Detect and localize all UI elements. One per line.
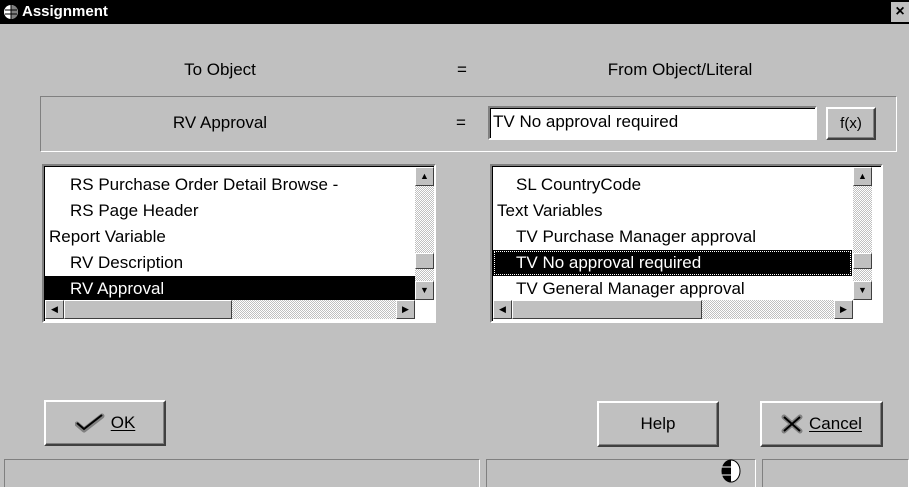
from-object-list[interactable]: SL CountryCode Text Variables TV Purchas… [490, 164, 883, 323]
to-object-list[interactable]: RS Purchase Order Detail Browse - RS Pag… [42, 164, 436, 323]
checkmark-icon [74, 413, 105, 433]
list-item[interactable]: RS Purchase Order Detail Browse - [45, 172, 415, 198]
list-item-label: TV General Manager approval [516, 279, 745, 298]
list-item-selected[interactable]: TV No approval required [493, 250, 852, 276]
horizontal-scrollbar[interactable]: ◀ ▶ [493, 300, 853, 319]
list-item[interactable]: Report Variable [45, 224, 415, 250]
status-bar [0, 457, 909, 487]
list-item[interactable]: RV Description [45, 250, 415, 276]
scroll-thumb[interactable] [853, 253, 872, 269]
list-item-label: SL CountryCode [516, 175, 642, 194]
list-item-label: RS Purchase Order Detail Browse - [70, 175, 339, 194]
list-item[interactable]: RS Page Header [45, 198, 415, 224]
header-equals: = [457, 60, 467, 79]
function-button[interactable]: f(x) [826, 107, 876, 140]
help-button[interactable]: Help [597, 401, 719, 447]
app-icon [4, 5, 18, 19]
cancel-label: Cancel [809, 414, 862, 433]
ok-button[interactable]: OK [44, 400, 166, 446]
vertical-scrollbar[interactable]: ▲ ▼ [853, 167, 872, 300]
scroll-thumb[interactable] [64, 300, 232, 319]
list-item-label: TV No approval required [516, 253, 702, 272]
list-item-label: Report Variable [49, 227, 166, 246]
scroll-up-icon[interactable]: ▲ [853, 167, 872, 186]
scroll-left-icon[interactable]: ◀ [493, 300, 512, 319]
help-label: Help [640, 414, 676, 433]
cross-icon [781, 414, 803, 434]
scroll-thumb[interactable] [415, 253, 434, 269]
list-item[interactable]: Text Variables [493, 198, 853, 224]
scroll-down-icon[interactable]: ▼ [415, 281, 434, 300]
list-item-label: RV Approval [70, 279, 165, 298]
list-item-label: TV Purchase Manager approval [516, 227, 757, 246]
scroll-left-icon[interactable]: ◀ [45, 300, 64, 319]
from-object-header: From Object/Literal [607, 60, 753, 79]
list-item-label: RS Page Header [70, 201, 199, 220]
close-button[interactable]: × [891, 2, 909, 22]
list-item-label: RV Description [70, 253, 184, 272]
scroll-thumb[interactable] [512, 300, 702, 319]
function-button-label: f(x) [840, 115, 862, 132]
status-pane [486, 459, 756, 487]
list-item[interactable]: SL CountryCode [493, 172, 853, 198]
title-bar[interactable]: Assignment × [0, 0, 909, 24]
list-item[interactable]: TV General Manager approval [493, 276, 853, 300]
ok-label: OK [110, 413, 136, 432]
window-title: Assignment [22, 3, 108, 20]
list-item[interactable]: TV Purchase Manager approval [493, 224, 853, 250]
status-pane [4, 459, 480, 487]
vertical-scrollbar[interactable]: ▲ ▼ [415, 167, 434, 300]
status-pane [762, 459, 909, 487]
scroll-right-icon[interactable]: ▶ [396, 300, 415, 319]
from-value-field[interactable]: TV No approval required [488, 106, 817, 140]
cancel-button[interactable]: Cancel [760, 401, 883, 447]
horizontal-scrollbar[interactable]: ◀ ▶ [45, 300, 415, 319]
to-object-value: RV Approval [172, 113, 268, 132]
to-object-header: To Object [184, 60, 256, 79]
globe-icon [721, 459, 741, 483]
scroll-down-icon[interactable]: ▼ [853, 281, 872, 300]
list-item-label: Text Variables [497, 201, 603, 220]
scroll-up-icon[interactable]: ▲ [415, 167, 434, 186]
assignment-equals: = [456, 113, 466, 132]
scroll-right-icon[interactable]: ▶ [834, 300, 853, 319]
list-item-selected[interactable]: RV Approval [45, 276, 415, 300]
